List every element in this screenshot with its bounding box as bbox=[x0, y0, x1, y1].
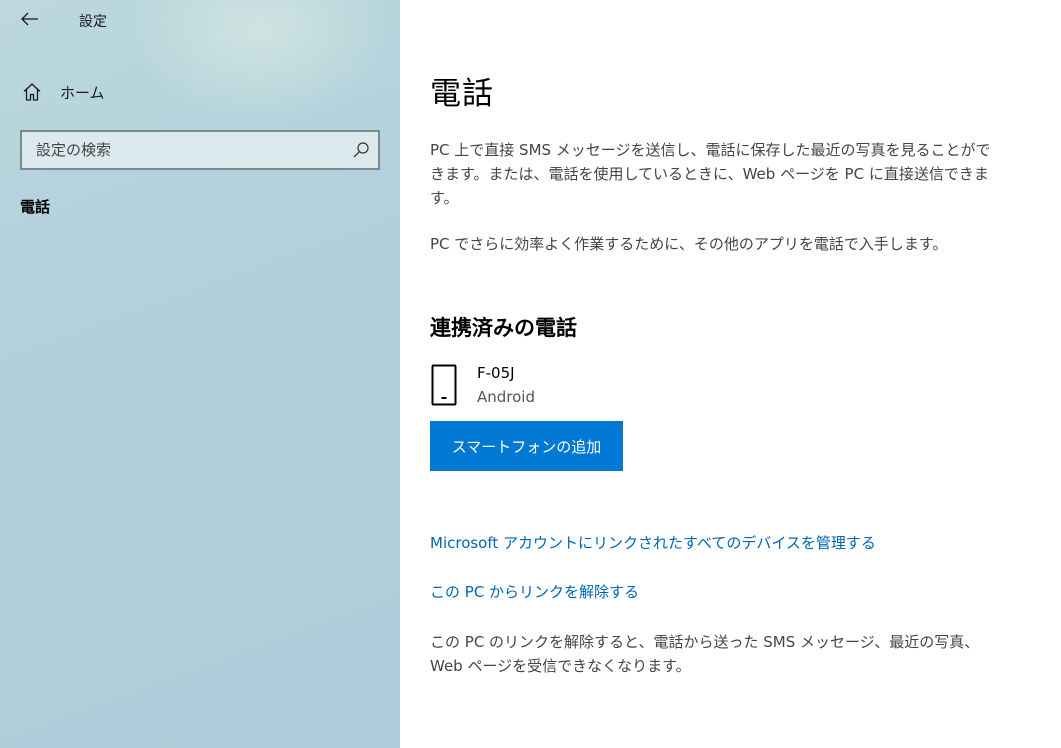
sidebar-item-phone[interactable]: 電話 bbox=[20, 196, 50, 217]
add-phone-button[interactable]: スマートフォンの追加 bbox=[430, 421, 623, 471]
back-button[interactable] bbox=[12, 6, 48, 34]
back-arrow-icon bbox=[21, 11, 39, 30]
device-name: F-05J bbox=[477, 364, 515, 382]
linked-phones-heading: 連携済みの電話 bbox=[430, 316, 577, 340]
device-os: Android bbox=[477, 388, 535, 406]
search-icon[interactable] bbox=[344, 133, 378, 167]
page-title: 電話 bbox=[430, 76, 494, 112]
sidebar-item-home[interactable]: ホーム bbox=[12, 76, 388, 108]
device-meta: F-05J Android bbox=[477, 362, 535, 412]
settings-window: 設定 ホーム 電話 電話 PC 上で直接 SMS メッセージを送信し、電話に保存… bbox=[0, 0, 1061, 748]
main-content: 電話 PC 上で直接 SMS メッセージを送信し、電話に保存した最近の写真を見る… bbox=[400, 0, 1061, 748]
sidebar: 設定 ホーム 電話 bbox=[0, 0, 400, 748]
more-apps-text: PC でさらに効率よく作業するために、その他のアプリを電話で入手します。 bbox=[430, 235, 948, 253]
manage-devices-link[interactable]: Microsoft アカウントにリンクされたすべてのデバイスを管理する bbox=[430, 532, 876, 553]
phone-icon bbox=[430, 364, 458, 406]
app-title: 設定 bbox=[79, 14, 107, 30]
title-bar: 設定 bbox=[0, 0, 400, 40]
unlink-description: この PC のリンクを解除すると、電話から送った SMS メッセージ、最近の写真… bbox=[430, 633, 980, 675]
unlink-pc-link[interactable]: この PC からリンクを解除する bbox=[430, 581, 639, 602]
search-input[interactable] bbox=[22, 141, 344, 159]
sidebar-item-home-label: ホーム bbox=[60, 83, 105, 102]
linked-device[interactable]: F-05J Android bbox=[430, 362, 730, 412]
search-box bbox=[20, 130, 380, 170]
home-icon bbox=[18, 78, 46, 106]
phone-description: PC 上で直接 SMS メッセージを送信し、電話に保存した最近の写真を見ることが… bbox=[430, 141, 991, 207]
